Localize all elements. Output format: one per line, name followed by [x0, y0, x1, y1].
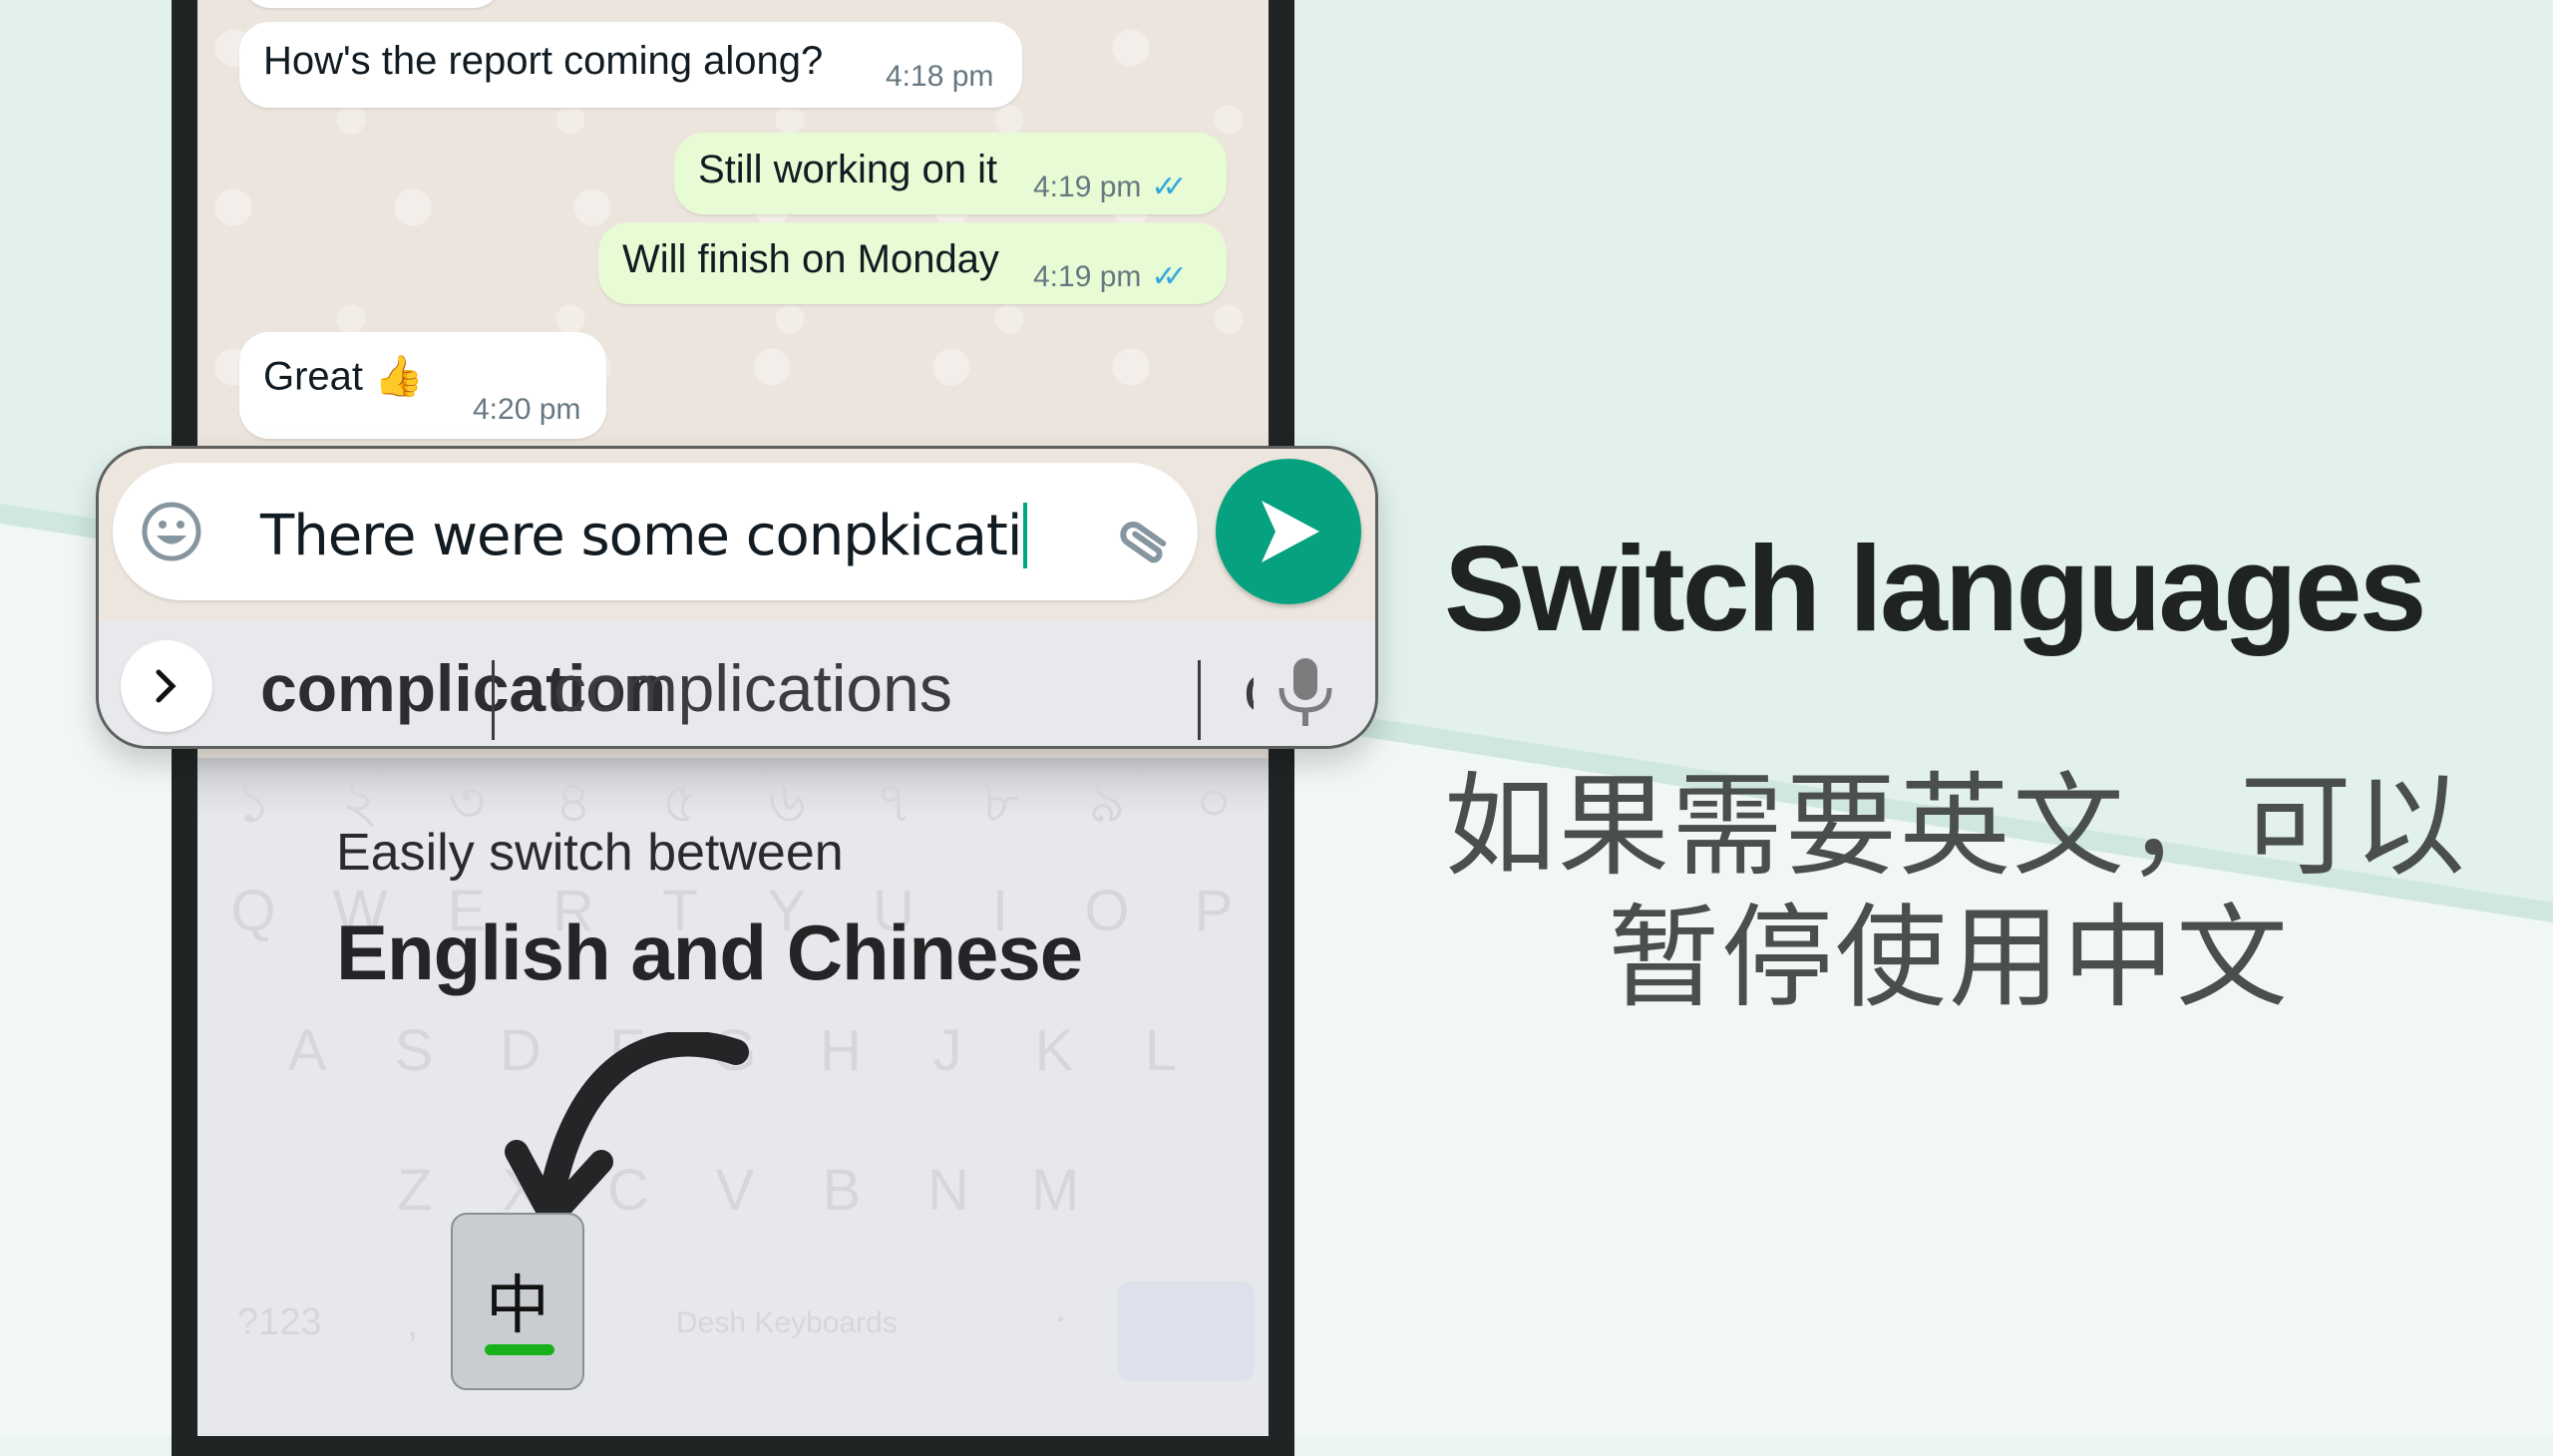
expand-toolbar-button[interactable]: [121, 640, 212, 732]
message-time-text: 4:19 pm: [1033, 171, 1142, 203]
message-time: 4:18 pm: [886, 60, 994, 93]
message-bubble[interactable]: How's the report coming along? 4:18 pm: [239, 22, 1022, 108]
microphone-icon[interactable]: [1277, 658, 1333, 726]
hero-zh-line-2: 暂停使用中文: [1608, 894, 2290, 1023]
suggestion-strip: complication complications c: [99, 620, 1375, 746]
keyboard-letter-key[interactable]: Q: [230, 878, 275, 944]
keyboard-letter-key[interactable]: J: [933, 1017, 962, 1084]
message-time: 4:19 pm ✓✓: [1033, 170, 1188, 204]
suggestion-secondary[interactable]: complications: [553, 650, 952, 726]
promo-subtitle: Easily switch between: [336, 824, 844, 882]
symbols-key[interactable]: ?123: [237, 1301, 322, 1344]
space-key[interactable]: Desh Keyboards: [676, 1306, 898, 1340]
message-input-value: There were some conpkicati: [260, 504, 1022, 568]
message-text: How's the report coming along?: [263, 38, 824, 83]
keyboard-digit-key[interactable]: ৮: [981, 758, 1019, 855]
curved-arrow-icon: [505, 1032, 749, 1229]
message-input-text[interactable]: There were some conpkicati: [260, 503, 1028, 568]
keyboard-letter-key[interactable]: Z: [397, 1157, 432, 1224]
keyboard-digit-key[interactable]: ০: [1195, 758, 1233, 855]
message-text: Will finish on Monday: [622, 236, 999, 281]
language-key-label: 中: [486, 1270, 549, 1343]
keyboard-letter-key[interactable]: L: [1145, 1017, 1177, 1084]
keyboard-letter-key[interactable]: A: [288, 1017, 327, 1084]
compose-bar: There were some conpkicati complication …: [96, 446, 1378, 749]
keyboard-letter-key[interactable]: O: [1084, 878, 1129, 944]
comma-key[interactable]: ,: [407, 1301, 418, 1346]
keyboard-letter-key[interactable]: B: [823, 1157, 862, 1224]
send-icon: [1262, 501, 1319, 562]
hero-headline: Switch languages: [1444, 521, 2426, 656]
message-input[interactable]: There were some conpkicati: [113, 463, 1198, 600]
message-bubble-partial: [241, 0, 503, 8]
enter-key[interactable]: [1117, 1281, 1255, 1381]
chevron-right-icon: [156, 669, 177, 703]
read-ticks-icon: ✓✓: [1151, 260, 1187, 293]
message-bubble[interactable]: Still working on it 4:19 pm ✓✓: [674, 133, 1227, 214]
promo-title: English and Chinese: [336, 909, 1083, 996]
send-button[interactable]: [1216, 459, 1361, 604]
keyboard-letter-key[interactable]: K: [1035, 1017, 1074, 1084]
message-text: Still working on it: [698, 147, 998, 191]
message-bubble[interactable]: Will finish on Monday 4:19 pm ✓✓: [598, 222, 1227, 304]
keyboard-letter-key[interactable]: H: [820, 1017, 862, 1084]
read-ticks-icon: ✓✓: [1151, 171, 1187, 203]
message-bubble[interactable]: Great 👍 4:20 pm: [239, 332, 606, 439]
keyboard-letter-key[interactable]: M: [1031, 1157, 1079, 1224]
emoji-icon[interactable]: [141, 501, 202, 562]
suggestion-divider: [492, 660, 495, 740]
message-time: 4:20 pm: [473, 393, 581, 426]
language-switch-key[interactable]: 中: [451, 1213, 584, 1390]
message-time: 4:19 pm ✓✓: [1033, 259, 1188, 294]
keyboard-digit-key[interactable]: ১: [234, 758, 272, 855]
paperclip-icon[interactable]: [1110, 503, 1180, 572]
message-time-text: 4:19 pm: [1033, 260, 1142, 293]
keyboard-digit-key[interactable]: ৭: [875, 758, 912, 855]
text-caret: [1023, 503, 1028, 568]
message-text: Great 👍: [263, 354, 424, 399]
keyboard-letter-key[interactable]: N: [927, 1157, 969, 1224]
keyboard-letter-key[interactable]: P: [1195, 878, 1234, 944]
suggestion-divider: [1198, 660, 1201, 740]
suggestion-tertiary[interactable]: c: [1244, 650, 1254, 726]
keyboard-letter-key[interactable]: S: [395, 1017, 434, 1084]
compose-row: There were some conpkicati: [99, 449, 1375, 620]
language-active-indicator: [485, 1344, 554, 1355]
keyboard-digit-key[interactable]: ৯: [1088, 758, 1126, 855]
period-key[interactable]: .: [1055, 1286, 1066, 1331]
